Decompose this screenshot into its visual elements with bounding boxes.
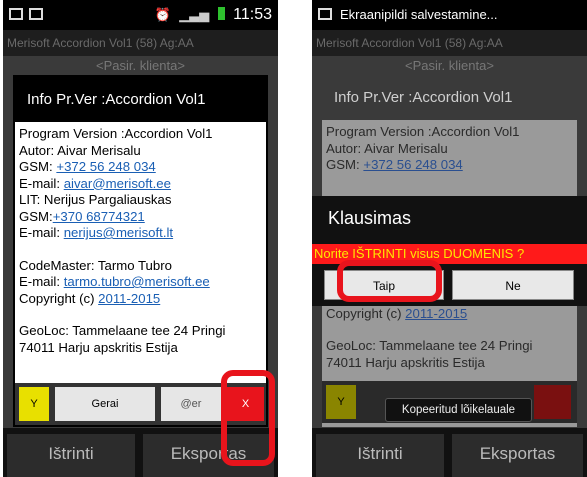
right-screen: Ekraanipildi salvestamine... Merisoft Ac… (312, 0, 587, 477)
photo-icon (29, 8, 43, 20)
gsm-lit-label: GSM: (19, 208, 53, 224)
author-line: Autor: Aivar Merisalu (326, 140, 448, 156)
phone-link: +372 56 248 034 (363, 157, 463, 172)
codemaster-line: CodeMaster: Tarmo Tubro (19, 257, 172, 273)
app-title: Merisoft Accordion Vol1 (58) Ag:AA (312, 30, 587, 56)
left-screen: ⏰ ▁▃▅ 11:53 Merisoft Accordion Vol1 (58)… (3, 0, 278, 477)
program-version-line: Program Version :Accordion Vol1 (326, 124, 520, 139)
email-lit-line: E-mail: nerijus@merisoft.lt (19, 225, 262, 242)
geoloc-line: GeoLoc: Tammelaane tee 24 Pringi (19, 323, 226, 338)
highlight-yes-box (337, 260, 442, 302)
email-lit-label: E-mail: (19, 225, 64, 240)
lit-line: LIT: Nerijus Pargaliauskas (19, 192, 172, 207)
screenshot-saving-text: Ekraanipildi salvestamine... (340, 7, 498, 22)
alarm-icon: ⏰ (154, 7, 171, 22)
status-time: 11:53 (233, 6, 272, 23)
geoloc-line: GeoLoc: Tammelaane tee 24 Pringi (326, 338, 533, 353)
gsm-lit-line: GSM:+370 68774321 (19, 209, 262, 226)
email-lit-link[interactable]: nerijus@merisoft.lt (64, 225, 173, 240)
close-x-button (534, 385, 571, 419)
codemaster-email-label: E-mail: (19, 274, 64, 289)
image-icon (318, 8, 332, 20)
status-bar: ⏰ ▁▃▅ 11:53 (3, 0, 278, 30)
email-label: E-mail: (19, 175, 64, 191)
phone-lit-link[interactable]: +370 68774321 (53, 209, 145, 224)
address-line: 74011 Harju apskritis Estija (326, 354, 485, 370)
bottom-bar: Ištrinti Eksportas (312, 428, 587, 477)
email-link[interactable]: aivar@merisoft.ee (64, 176, 171, 191)
email-line: E-mail: aivar@merisoft.ee (19, 176, 262, 193)
address-line: 74011 Harju apskritis Estija (19, 339, 178, 355)
y-button[interactable]: Y (19, 387, 49, 421)
gsm-label: GSM: (19, 159, 57, 174)
highlight-close-box (221, 370, 275, 466)
email-button[interactable]: @er (161, 387, 221, 421)
ok-button[interactable]: Gerai (55, 387, 155, 421)
dialog-content: Program Version :Accordion Vol1 Autor: A… (19, 126, 262, 376)
copyright-label: Copyright (c) (326, 305, 406, 321)
status-right: ⏰ ▁▃▅ 11:53 (155, 6, 272, 24)
gsm-line: GSM: +372 56 248 034 (19, 159, 262, 176)
codemaster-email-line: E-mail: tarmo.tubro@merisoft.ee (19, 274, 262, 291)
signal-icon: ▁▃▅ (179, 7, 210, 22)
battery-icon (217, 7, 225, 20)
copyright-label: Copyright (c) (19, 290, 99, 306)
app-title: Merisoft Accordion Vol1 (58) Ag:AA (3, 30, 278, 56)
dialog-title: Info Pr.Ver :Accordion Vol1 (322, 75, 577, 120)
gsm-label: GSM: (326, 157, 364, 172)
client-picker[interactable]: <Pasir. klienta> (3, 58, 278, 73)
dialog-title: Info Pr.Ver :Accordion Vol1 (15, 77, 266, 122)
author-line: Autor: Aivar Merisalu (19, 142, 141, 158)
no-button[interactable]: Ne (452, 270, 574, 300)
copied-toast: Kopeeritud lõikelauale (385, 398, 532, 422)
program-version-line: Program Version :Accordion Vol1 (19, 126, 213, 141)
copyright-link: 2011-2015 (405, 305, 468, 321)
copyright-link[interactable]: 2011-2015 (98, 291, 160, 306)
y-button: Y (326, 385, 356, 419)
copyright-line: Copyright (c) 2011-2015 (19, 291, 262, 308)
delete-button[interactable]: Ištrinti (7, 434, 135, 477)
phone-link[interactable]: +372 56 248 034 (56, 159, 155, 174)
confirm-title: Klausimas (328, 208, 412, 228)
status-bar: Ekraanipildi salvestamine... (312, 0, 587, 30)
client-picker: <Pasir. klienta> (405, 58, 494, 73)
gsm-line: GSM: +372 56 248 034 (326, 157, 573, 174)
export-button[interactable]: Eksportas (452, 434, 583, 477)
codemaster-email-link[interactable]: tarmo.tubro@merisoft.ee (64, 274, 210, 289)
delete-button[interactable]: Ištrinti (316, 434, 444, 477)
copyright-line: Copyright (c) 2011-2015 (326, 306, 573, 323)
image-icon (9, 8, 23, 20)
